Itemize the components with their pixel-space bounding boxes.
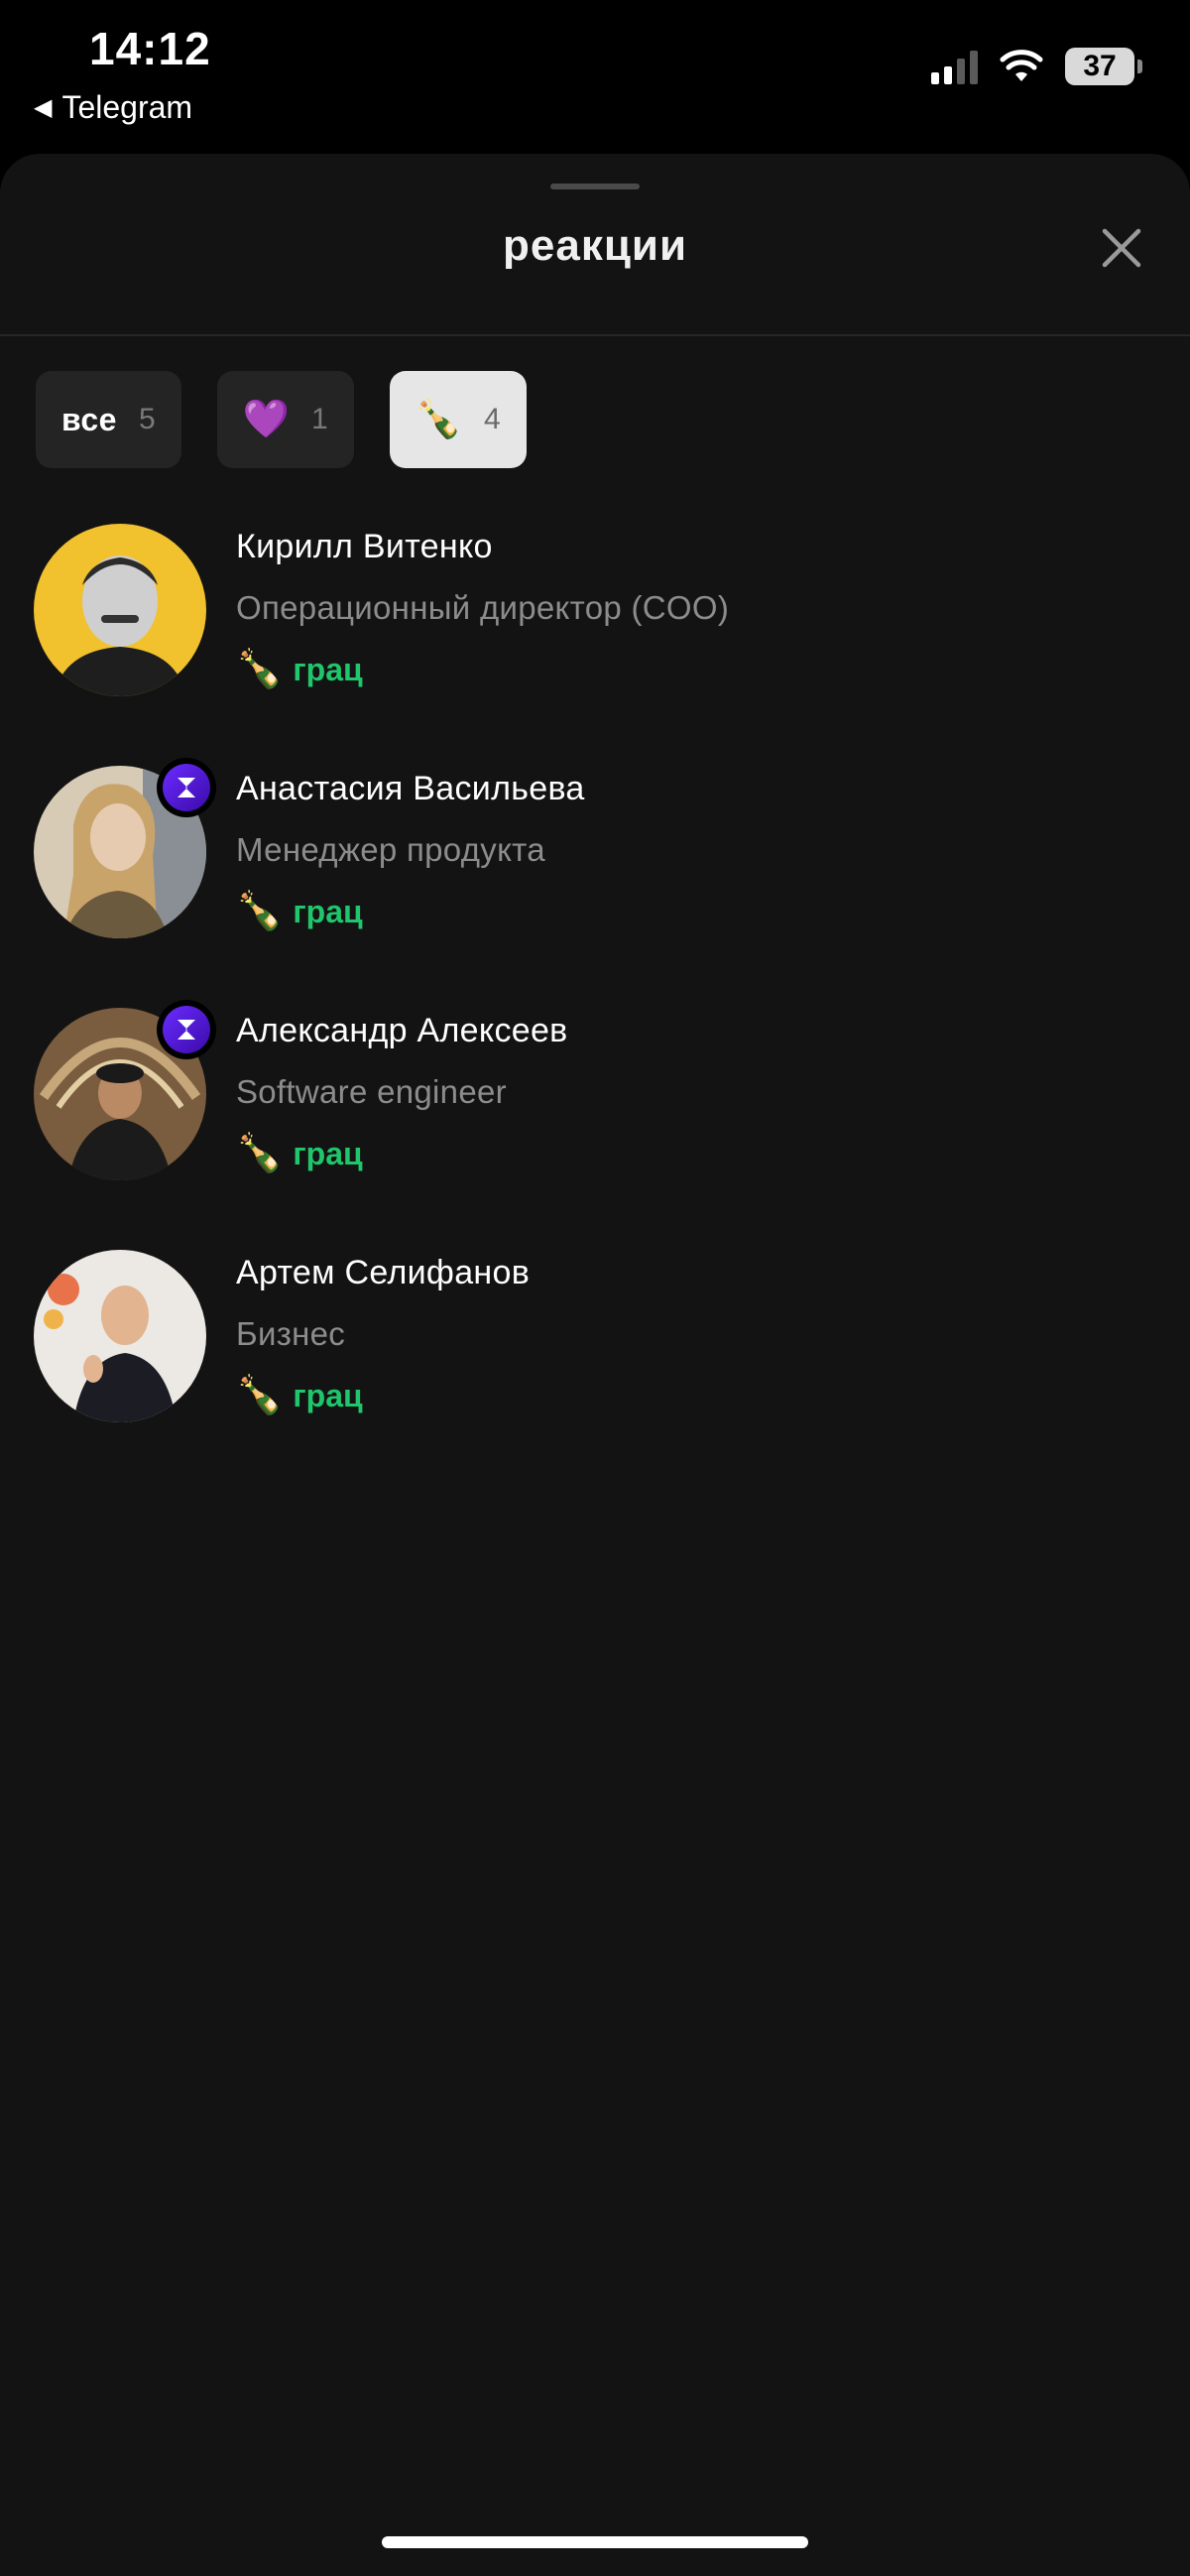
status-time: 14:12 <box>89 23 211 74</box>
user-name: Александр Алексеев <box>236 1012 568 1049</box>
list-item[interactable]: Александр Алексеев Software engineer 🍾 г… <box>0 1000 1190 1250</box>
sheet-title: реакции <box>503 221 687 270</box>
avatar[interactable] <box>34 524 206 696</box>
user-reaction: 🍾 грац <box>236 651 363 688</box>
header-divider <box>0 334 1190 336</box>
wifi-icon <box>1000 50 1043 81</box>
reaction-text: грац <box>293 651 363 687</box>
tab-heart[interactable]: 💜 1 <box>216 371 354 468</box>
cellular-signal-icon <box>931 49 978 84</box>
tab-heart-count: 1 <box>310 403 328 435</box>
champagne-icon: 🍾 <box>236 649 284 690</box>
tab-all[interactable]: все 5 <box>36 371 181 468</box>
list-item[interactable]: Кирилл Витенко Операционный директор (CO… <box>0 524 1190 766</box>
user-reaction: 🍾 грац <box>236 893 363 930</box>
avatar[interactable] <box>34 1250 206 1422</box>
list-item[interactable]: Артем Селифанов Бизнес 🍾 грац <box>0 1250 1190 1492</box>
service-badge-icon <box>157 758 216 817</box>
user-role: Software engineer <box>236 1073 507 1110</box>
back-arrow-icon: ◀ <box>34 94 53 121</box>
status-bar: 14:12 ◀ Telegram 37 <box>0 0 1190 154</box>
user-name: Артем Селифанов <box>236 1254 531 1291</box>
back-to-app-link[interactable]: ◀ Telegram <box>34 89 192 126</box>
tab-all-count: 5 <box>138 403 156 435</box>
reaction-filter-tabs: все 5 💜 1 🍾 4 <box>36 371 527 468</box>
tab-champagne[interactable]: 🍾 4 <box>389 371 527 468</box>
tab-all-label: все <box>61 401 117 437</box>
champagne-icon: 🍾 <box>415 399 462 440</box>
tab-champagne-count: 4 <box>484 403 501 435</box>
user-reaction: 🍾 грац <box>236 1135 363 1172</box>
champagne-icon: 🍾 <box>236 1133 284 1174</box>
avatar-portrait <box>44 1274 177 1422</box>
user-role: Менеджер продукта <box>236 831 545 868</box>
battery-icon: 37 <box>1065 48 1142 85</box>
battery-level: 37 <box>1065 48 1134 85</box>
reaction-text: грац <box>293 1377 363 1413</box>
avatar-portrait <box>54 555 186 696</box>
reaction-text: грац <box>293 1135 363 1171</box>
user-name: Кирилл Витенко <box>236 528 493 565</box>
champagne-icon: 🍾 <box>236 891 284 932</box>
user-role: Бизнес <box>236 1315 346 1352</box>
status-indicators: 37 <box>931 48 1142 85</box>
service-badge-icon <box>157 1000 216 1059</box>
user-reaction: 🍾 грац <box>236 1377 363 1414</box>
list-item[interactable]: Анастасия Васильева Менеджер продукта 🍾 … <box>0 758 1190 1008</box>
reactions-sheet: реакции все 5 💜 1 🍾 4 Кирилл Витенко Опе… <box>0 154 1190 2576</box>
purple-heart-icon: 💜 <box>242 399 290 440</box>
reaction-text: грац <box>293 893 363 929</box>
sheet-grabber[interactable] <box>550 184 640 189</box>
reactions-list: Кирилл Витенко Операционный директор (CO… <box>0 524 1190 1492</box>
home-indicator[interactable] <box>382 2536 808 2548</box>
champagne-icon: 🍾 <box>236 1375 284 1416</box>
user-name: Анастасия Васильева <box>236 770 585 807</box>
back-app-label: Telegram <box>61 89 193 125</box>
user-role: Операционный директор (COO) <box>236 589 730 626</box>
close-icon[interactable] <box>1097 223 1146 273</box>
